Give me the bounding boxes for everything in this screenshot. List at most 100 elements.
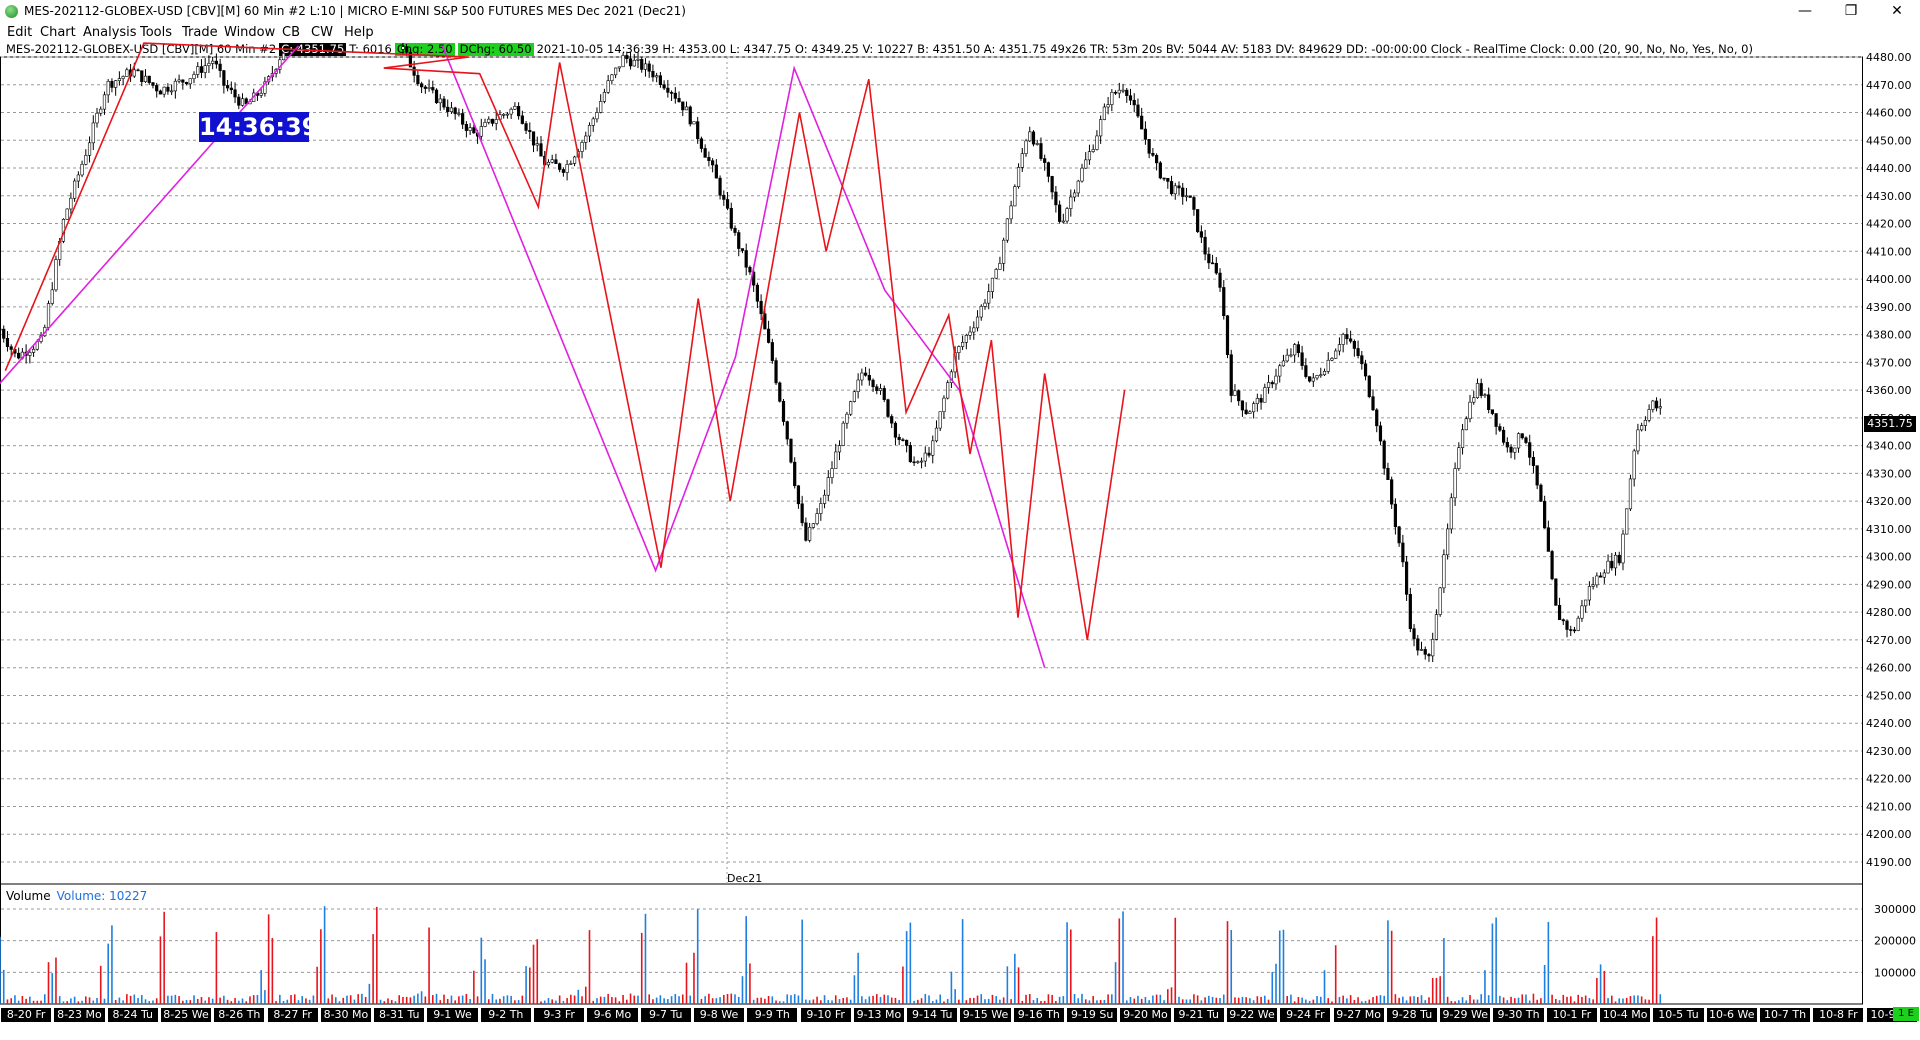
candle-body bbox=[196, 66, 200, 75]
candle-body bbox=[1487, 394, 1491, 410]
candle-body bbox=[509, 108, 513, 115]
candle-body bbox=[1349, 338, 1353, 342]
date-label: 9-9 Th bbox=[747, 1008, 798, 1022]
candle-body bbox=[1640, 425, 1644, 431]
price-tick-label: 4320.00 bbox=[1866, 495, 1912, 508]
candle-body bbox=[617, 66, 621, 69]
volume-panel-label: Volume Volume: 10227 bbox=[6, 889, 147, 903]
candle-body bbox=[591, 118, 595, 126]
candle-body bbox=[1128, 95, 1133, 101]
candle-body bbox=[1490, 409, 1494, 414]
candle-body bbox=[740, 248, 745, 251]
candle-body bbox=[1020, 153, 1024, 168]
candle-body bbox=[1237, 390, 1241, 402]
candle-body bbox=[539, 143, 543, 157]
candle-body bbox=[1240, 400, 1245, 411]
candle-body bbox=[1584, 599, 1588, 607]
candle-body bbox=[628, 58, 633, 67]
candle-body bbox=[595, 112, 599, 120]
candle-body bbox=[572, 156, 577, 164]
candle-body bbox=[964, 335, 968, 343]
candle-body bbox=[490, 118, 495, 124]
candle-body bbox=[91, 122, 95, 144]
candle-body bbox=[669, 92, 674, 94]
candle-body bbox=[237, 96, 241, 106]
candle-body bbox=[1203, 236, 1207, 255]
candle-body bbox=[46, 303, 51, 328]
date-label: 9-29 We bbox=[1440, 1008, 1491, 1022]
candle-body bbox=[1539, 484, 1543, 502]
candle-body bbox=[494, 119, 498, 124]
candle-body bbox=[155, 85, 159, 92]
price-tick-label: 4470.00 bbox=[1866, 79, 1912, 92]
candle-body bbox=[931, 440, 935, 456]
candle-body bbox=[1453, 468, 1457, 499]
candle-body bbox=[1382, 440, 1386, 469]
volume-tick-label: 100000 bbox=[1874, 966, 1916, 979]
candle-body bbox=[1162, 177, 1166, 180]
date-label: 8-30 Mo bbox=[320, 1008, 372, 1022]
candle-body bbox=[259, 92, 263, 96]
candle-body bbox=[1121, 89, 1125, 92]
candle-body bbox=[1524, 437, 1528, 443]
candle-body bbox=[464, 124, 468, 131]
candle-body bbox=[666, 87, 670, 93]
price-tick-label: 4240.00 bbox=[1866, 717, 1912, 730]
volume-panel-frame bbox=[0, 883, 1863, 1005]
candle-body bbox=[76, 174, 80, 182]
date-axis: 8-20 Fr 8-23 Mo 8-24 Tu 8-25 We 8-26 Th 8-27 … bbox=[0, 1006, 1920, 1026]
candle-body bbox=[1233, 390, 1237, 396]
candle-body bbox=[136, 69, 140, 72]
price-chart[interactable]: 4480.00 4470.00 4460.00 4450.00 4440.00 4430.… bbox=[0, 0, 1920, 1040]
candle-body bbox=[1472, 397, 1476, 403]
candle-body bbox=[632, 60, 636, 67]
date-label: 8-20 Fr bbox=[1, 1008, 52, 1022]
candle-body bbox=[158, 90, 163, 95]
candle-body bbox=[80, 163, 84, 176]
candle-body bbox=[461, 113, 465, 125]
candle-body bbox=[1315, 375, 1319, 379]
date-label: 9-10 Fr bbox=[800, 1008, 851, 1022]
candle-body bbox=[1016, 167, 1021, 187]
candle-body bbox=[841, 422, 845, 446]
candle-body bbox=[845, 413, 849, 424]
candle-body bbox=[718, 177, 722, 196]
candle-body bbox=[173, 80, 177, 92]
candle-body bbox=[1363, 363, 1368, 377]
candle-body bbox=[528, 130, 532, 133]
candle-body bbox=[1509, 446, 1513, 453]
candle-body bbox=[502, 114, 506, 116]
candle-body bbox=[983, 302, 987, 307]
candle-body bbox=[890, 416, 894, 424]
date-label: 9-7 Tu bbox=[640, 1008, 691, 1022]
candle-body bbox=[420, 83, 424, 88]
candle-body bbox=[703, 148, 707, 158]
candle-body bbox=[815, 513, 819, 525]
candle-body bbox=[449, 107, 454, 112]
candle-body bbox=[770, 342, 774, 361]
candle-body bbox=[1591, 584, 1595, 587]
candle-body bbox=[1621, 533, 1625, 564]
candle-body bbox=[1270, 382, 1274, 385]
candle-body bbox=[1285, 354, 1289, 362]
candle-body bbox=[2, 328, 6, 339]
candle-body bbox=[531, 131, 536, 146]
date-label: 9-30 Th bbox=[1493, 1008, 1544, 1022]
candle-body bbox=[1520, 433, 1524, 439]
candle-body bbox=[643, 63, 648, 70]
candle-body bbox=[1095, 135, 1099, 150]
candle-body bbox=[1632, 450, 1636, 480]
volume-tick-label: 300000 bbox=[1874, 903, 1916, 916]
candle-body bbox=[1005, 218, 1009, 241]
candle-body bbox=[1043, 158, 1047, 163]
price-tick-label: 4190.00 bbox=[1866, 856, 1912, 869]
candle-body bbox=[561, 169, 565, 173]
candle-body bbox=[558, 163, 562, 170]
candle-body bbox=[1050, 176, 1054, 193]
candle-body bbox=[151, 82, 155, 86]
candle-body bbox=[1513, 447, 1517, 453]
date-label: 8-26 Th bbox=[214, 1008, 265, 1022]
candle-body bbox=[938, 411, 942, 429]
candle-body bbox=[442, 98, 446, 108]
candle-body bbox=[1516, 433, 1521, 449]
